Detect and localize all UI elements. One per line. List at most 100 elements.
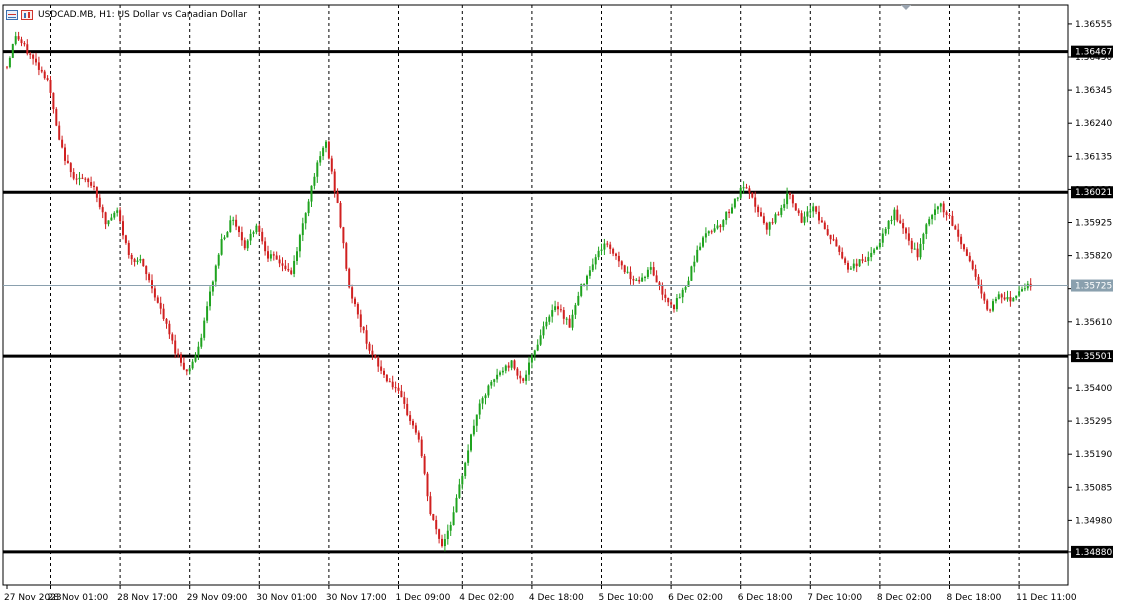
- x-tick-label: 1 Dec 09:00: [396, 593, 451, 603]
- candle-body: [232, 219, 235, 221]
- price-axis[interactable]: 1.365551.364501.363451.362401.361351.360…: [1068, 20, 1113, 558]
- candle-body: [725, 211, 728, 221]
- candle-body: [301, 223, 304, 236]
- candle-body: [652, 267, 655, 276]
- candle-body: [55, 109, 58, 126]
- x-tick-label: 4 Dec 02:00: [459, 593, 514, 603]
- candle-body: [847, 262, 849, 270]
- candle-body: [713, 228, 716, 232]
- candle-body: [35, 58, 37, 63]
- candle-body: [638, 279, 641, 282]
- candle-body: [878, 242, 881, 248]
- candle-body: [771, 222, 774, 224]
- candle-body: [116, 210, 119, 213]
- level-price-label: 1.36467: [1075, 48, 1112, 58]
- candle-body: [641, 277, 644, 282]
- chart-window[interactable]: 1.365551.364501.363451.362401.361351.360…: [0, 0, 1124, 605]
- candle-body: [298, 235, 301, 252]
- symbol-list-icon[interactable]: [6, 10, 18, 20]
- candle-body: [269, 254, 272, 259]
- x-tick-label: 8 Dec 18:00: [947, 593, 1002, 603]
- y-tick-label: 1.36135: [1075, 152, 1112, 162]
- candle-body: [229, 220, 232, 233]
- candle-body: [826, 229, 829, 235]
- candle-body: [876, 247, 878, 250]
- candle-body: [617, 255, 620, 262]
- candle-body: [182, 362, 185, 370]
- candle-body: [72, 172, 75, 179]
- candle-body: [1000, 294, 1003, 298]
- candle-body: [922, 233, 925, 244]
- candle-body: [26, 44, 29, 54]
- candle-body: [374, 355, 377, 359]
- candle-body: [948, 215, 951, 217]
- candle-body: [122, 221, 124, 236]
- candle-body: [986, 300, 989, 310]
- level-price-label: 1.35501: [1075, 352, 1112, 362]
- candle-body: [37, 62, 40, 70]
- candle-body: [188, 368, 191, 372]
- chart-type-icon[interactable]: [21, 10, 33, 20]
- candle-body: [180, 354, 182, 363]
- candle-body: [681, 289, 684, 298]
- plot-area: [2, 4, 1069, 586]
- candle-body: [499, 372, 501, 375]
- chart-title-bar: USDCAD.MB, H1: US Dollar vs Canadian Dol…: [6, 8, 247, 22]
- candle-body: [513, 360, 516, 369]
- candle-body: [820, 220, 823, 223]
- candle-body: [322, 147, 325, 157]
- candle-body: [994, 298, 997, 302]
- candle-body: [400, 390, 403, 398]
- candle-body: [971, 261, 974, 270]
- candle-body: [383, 370, 385, 375]
- candle-body: [673, 304, 675, 310]
- candle-body: [702, 237, 704, 247]
- candle-body: [780, 207, 783, 215]
- y-tick-label: 1.35820: [1075, 252, 1112, 262]
- price-chart[interactable]: 1.365551.364501.363451.362401.361351.360…: [0, 0, 1124, 605]
- candle-body: [119, 210, 122, 222]
- time-axis[interactable]: 27 Nov 202328 Nov 01:00 28 Nov 17:00 29 No…: [4, 585, 1077, 603]
- candle-body: [200, 337, 203, 347]
- candle-body: [733, 198, 736, 208]
- candle-body: [275, 255, 278, 260]
- candle-body: [545, 321, 548, 327]
- candle-body: [191, 361, 194, 369]
- candle-body: [849, 268, 852, 270]
- candle-body: [258, 225, 261, 232]
- candle-body: [609, 244, 612, 249]
- candle-body: [272, 254, 275, 256]
- candle-body: [310, 185, 313, 202]
- candle-body: [716, 225, 719, 229]
- candle-body: [397, 387, 400, 391]
- candle-body: [14, 36, 17, 44]
- candle-body: [530, 355, 533, 363]
- candle-body: [786, 193, 789, 205]
- level-price-label: 1.34880: [1075, 548, 1112, 558]
- candle-body: [542, 326, 545, 336]
- candle-body: [1023, 288, 1026, 290]
- candle-body: [939, 203, 942, 207]
- candle-body: [757, 206, 760, 213]
- candle-body: [588, 270, 591, 276]
- candle-body: [1003, 297, 1006, 300]
- candle-body: [594, 257, 597, 265]
- candle-body: [148, 274, 151, 281]
- candle-body: [844, 258, 847, 263]
- candle-body: [916, 248, 919, 258]
- candle-body: [446, 530, 449, 540]
- candle-body: [226, 232, 229, 238]
- candle-body: [142, 259, 145, 267]
- candle-body: [678, 297, 681, 299]
- candle-body: [661, 285, 664, 295]
- candle-body: [238, 226, 240, 233]
- candle-body: [568, 318, 571, 328]
- candle-body: [412, 420, 414, 426]
- candle-body: [525, 374, 528, 381]
- candle-body: [557, 306, 559, 310]
- y-tick-label: 1.35400: [1075, 384, 1112, 394]
- candle-body: [197, 346, 200, 356]
- candle-body: [490, 381, 493, 386]
- candle-body: [554, 306, 557, 311]
- candle-body: [359, 314, 362, 327]
